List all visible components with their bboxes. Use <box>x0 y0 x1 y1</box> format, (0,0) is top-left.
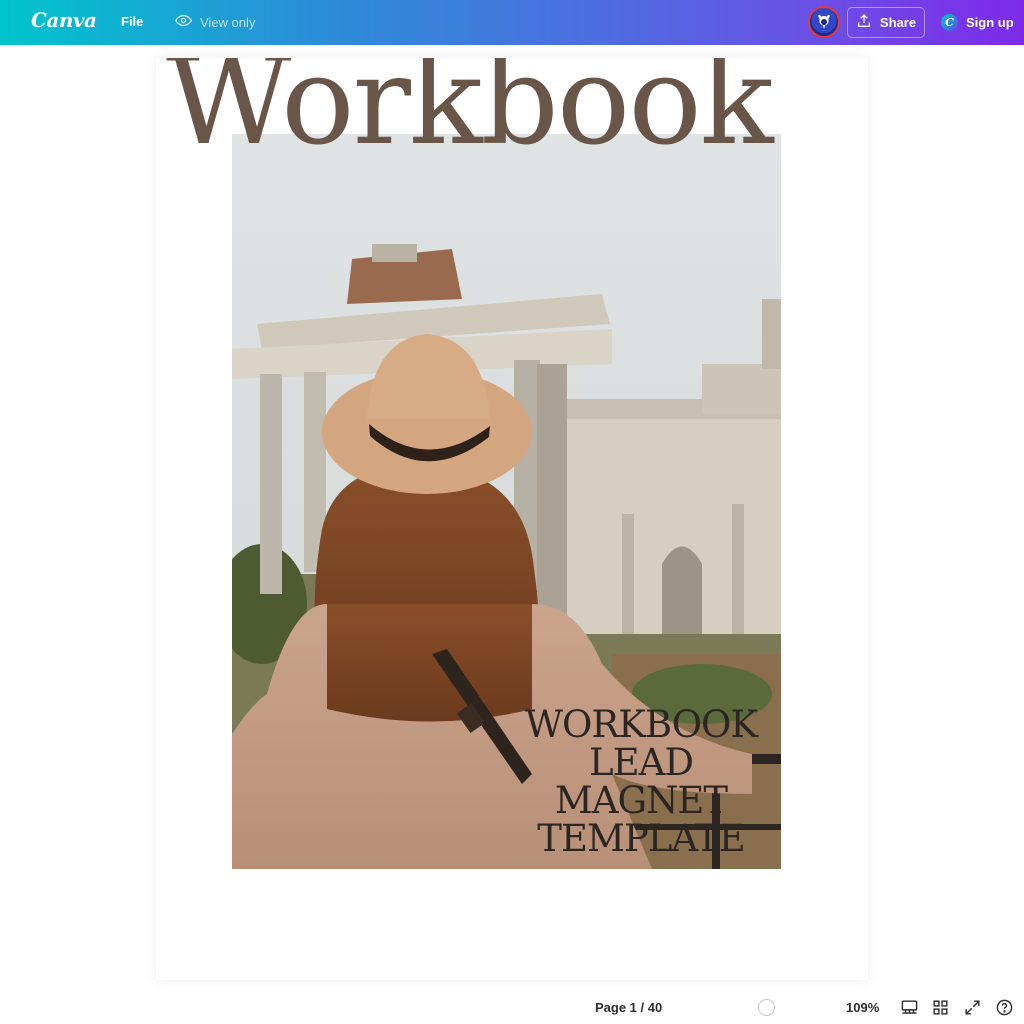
file-menu-button[interactable]: File <box>112 11 152 33</box>
view-only-label: View only <box>200 14 256 30</box>
subtitle-line: LEAD <box>589 741 694 784</box>
help-icon[interactable] <box>995 998 1014 1017</box>
canva-c-icon: C <box>941 14 958 31</box>
share-button[interactable]: Share <box>847 7 925 38</box>
subtitle-line: WORKBOOK <box>524 703 758 746</box>
subtitle-line: MAGNET <box>554 779 728 822</box>
subtitle-line: TEMPLATE <box>537 817 745 860</box>
canvas-area: Workbook WORKBOOK LEAD MAGNET TEMPLATE <box>0 45 1024 991</box>
upload-icon <box>856 13 872 32</box>
notes-layout-icon[interactable] <box>900 998 919 1017</box>
fullscreen-icon[interactable] <box>963 998 982 1017</box>
canva-logo[interactable]: Canva <box>31 8 97 32</box>
bottom-bar: Page 1 / 40 109% <box>0 991 1024 1024</box>
grid-view-icon[interactable] <box>931 998 950 1017</box>
document-title: Workbook <box>166 58 774 172</box>
zoom-level[interactable]: 109% <box>846 1000 879 1015</box>
view-only-indicator: View only <box>174 11 256 33</box>
page-indicator[interactable]: Page 1 / 40 <box>595 1000 662 1015</box>
user-avatar[interactable] <box>808 6 840 38</box>
page-scroll-knob[interactable] <box>758 999 775 1016</box>
document-page[interactable]: Workbook WORKBOOK LEAD MAGNET TEMPLATE <box>156 58 868 980</box>
eye-icon <box>174 12 193 32</box>
top-bar: Canva File View only Share C Sign up <box>0 0 1024 45</box>
sign-up-button[interactable]: C Sign up <box>937 7 1018 38</box>
share-label: Share <box>879 15 917 30</box>
document-subtitle: WORKBOOK LEAD MAGNET TEMPLATE <box>496 706 786 858</box>
sign-up-label: Sign up <box>966 15 1014 30</box>
